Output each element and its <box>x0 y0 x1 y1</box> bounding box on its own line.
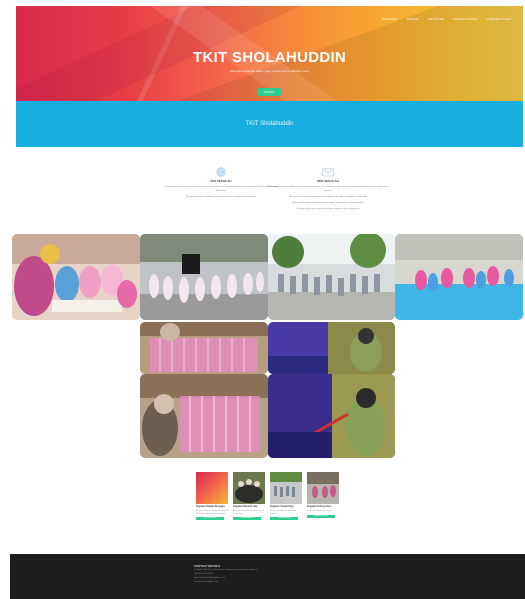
footer-email[interactable]: Email: info@tkitsholahuddin.sch.id <box>194 577 225 579</box>
feature-text: Menjadi lembaga pendidikan anak usia din… <box>186 196 256 198</box>
card-title[interactable]: Kegiatan Senam Pagi <box>270 506 302 509</box>
nav-link-profile[interactable]: PROFIL <box>407 17 419 21</box>
gallery-photo-classroom[interactable] <box>12 234 140 320</box>
article-card: Kegiatan Outing Class Kunjungan belajar … <box>307 472 339 518</box>
card-read-more-button[interactable]: SELENGKAPNYA <box>270 517 298 521</box>
card-read-more-button[interactable]: SELENGKAPNYA <box>196 517 224 521</box>
gallery-photo-pool[interactable] <box>395 234 523 320</box>
gallery-photo-morning-exercise[interactable] <box>268 234 395 320</box>
feature-text: Membiasakan anak beribadah dan berakhlak… <box>289 196 367 198</box>
gallery-photo-outdoor-1[interactable] <box>268 322 395 374</box>
hero-subtitle: Membina generasi islami yang cerdas dan … <box>230 69 309 73</box>
envelope-icon <box>322 168 334 177</box>
article-card: Kegiatan Senam Pagi Senam pagi bersama d… <box>270 472 302 521</box>
page: BERANDA PROFIL KEGIATAN PENDAFTARAN HUBU… <box>10 6 525 599</box>
card-title[interactable]: Kegiatan Belajar Mengajar <box>196 506 228 509</box>
feature-title: VISI SEKOLAH <box>210 179 232 183</box>
article-card: Kegiatan Belajar Mengajar Kegiatan belaj… <box>196 472 228 521</box>
main-nav: BERANDA PROFIL KEGIATAN PENDAFTARAN HUBU… <box>382 17 511 21</box>
article-card: Kegiatan Manasik Haji Anak-anak mengikut… <box>233 472 265 521</box>
band-text: TKIT Sholahuddin <box>245 121 294 127</box>
card-thumbnail[interactable] <box>307 472 339 504</box>
site-footer: CONTACT DETAILS Jl. Sholahuddin No. 1, K… <box>10 554 525 599</box>
school-name-band: TKIT Sholahuddin <box>16 101 523 147</box>
nav-link-registration[interactable]: PENDAFTARAN <box>453 17 477 21</box>
card-text: Kegiatan belajar mengajar sehari-hari di… <box>196 510 228 515</box>
card-text: Kunjungan belajar di luar kelas <box>307 510 332 512</box>
hero-cta-button[interactable]: MASUK <box>257 88 281 96</box>
card-text: Anak-anak mengikuti kegiatan manasik haj… <box>233 510 265 515</box>
card-thumbnail[interactable] <box>270 472 302 504</box>
card-read-more-button[interactable]: SELENGKAPNYA <box>307 514 335 518</box>
feature-text: Menjalin kerjasama yang baik dengan oran… <box>296 208 360 210</box>
card-title[interactable]: Kegiatan Manasik Haji <box>233 506 265 509</box>
nav-link-contact[interactable]: HUBUNGI KAMI <box>487 17 511 21</box>
feature-text: Menciptakan lingkungan belajar yang aman… <box>292 202 364 204</box>
footer-phone: Telp: (0271) 000 000 <box>194 573 213 575</box>
feature-visi: VISI SEKOLAH Terwujudnya generasi islami… <box>161 167 281 199</box>
feature-misi: MISI SEKOLAH Menyelenggarakan pendidikan… <box>266 167 390 211</box>
card-text: Senam pagi bersama di halaman sekolah <box>270 510 297 515</box>
card-title[interactable]: Kegiatan Outing Class <box>307 506 339 509</box>
feature-text: Menyelenggarakan pendidikan yang menanam… <box>267 186 389 192</box>
footer-title: CONTACT DETAILS <box>194 564 220 568</box>
gallery-photo-pet-cage-2[interactable] <box>140 374 268 458</box>
feature-title: MISI SEKOLAH <box>317 179 339 183</box>
nav-link-activities[interactable]: KEGIATAN <box>428 17 444 21</box>
gallery-photo-outdoor-2[interactable] <box>268 374 395 458</box>
hero-section: BERANDA PROFIL KEGIATAN PENDAFTARAN HUBU… <box>16 6 523 101</box>
card-thumbnail[interactable] <box>196 472 228 504</box>
globe-icon <box>216 167 226 177</box>
gallery-photo-pet-cage-1[interactable] <box>140 322 268 374</box>
hero-title: TKIT SHOLAHUDDIN <box>192 49 347 66</box>
card-read-more-button[interactable]: SELENGKAPNYA <box>233 517 261 521</box>
nav-link-home[interactable]: BERANDA <box>382 17 398 21</box>
gallery-photo-hajj-practice[interactable] <box>140 234 268 320</box>
feature-text: Terwujudnya generasi islami yang cerdas,… <box>164 186 278 192</box>
footer-address: Jl. Sholahuddin No. 1, Kecamatan, Kabupa… <box>194 569 258 571</box>
footer-website[interactable]: www.tkitsholahuddin.sch.id <box>194 581 218 583</box>
card-thumbnail[interactable] <box>233 472 265 504</box>
